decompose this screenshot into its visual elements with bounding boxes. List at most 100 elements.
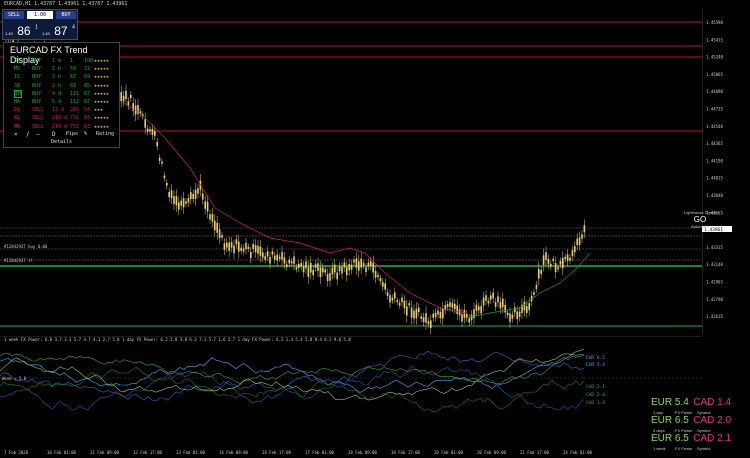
indicator-header: 1 week FX Power: 6.8 3.7 3.3 5.7 4.7 4.1… xyxy=(4,337,351,342)
order-line-label[interactable]: #12842937 buy 0.08 xyxy=(4,244,47,249)
lot-size-input[interactable]: 1.00 xyxy=(27,11,53,19)
candle-body xyxy=(350,264,353,270)
candle-body xyxy=(274,255,276,260)
time-tick: 20 Feb 09:00 xyxy=(477,450,506,455)
candle-body xyxy=(271,251,274,255)
candle-body xyxy=(367,262,370,267)
candle-body xyxy=(166,182,168,186)
order-tl-label[interactable]: #12842937 tl xyxy=(4,258,33,263)
price-tick: 1.43840 xyxy=(706,193,723,198)
candle-body xyxy=(504,304,506,313)
fx-power-indicator[interactable]: EUR 6.5EUR 5.4CAD 2.1CAD 2.0CAD 1.4 xyxy=(0,336,702,448)
trend-tf: 1H xyxy=(14,89,23,98)
candle-body xyxy=(552,258,554,261)
candle-body xyxy=(302,266,305,273)
price-tick: 1.44190 xyxy=(706,158,723,163)
fx-eur-value: EUR 6.5 xyxy=(651,415,689,426)
candle-body xyxy=(235,239,238,245)
candle-body xyxy=(499,302,502,309)
candle-body xyxy=(173,196,175,205)
candle-body xyxy=(307,267,310,277)
candle-body xyxy=(475,304,478,311)
price-tick: 1.44715 xyxy=(706,107,723,112)
candle-body xyxy=(276,254,278,261)
sell-price[interactable]: 1.43 86 1 xyxy=(5,22,38,40)
price-axis[interactable]: 1.45590 1.45415 1.45240 1.45065 1.44890 1.447… xyxy=(702,8,750,334)
candle-body xyxy=(322,267,324,273)
candle-body xyxy=(571,250,574,257)
days-toggle[interactable]: D xyxy=(52,131,56,138)
price-tick: 1.45065 xyxy=(706,72,723,77)
series-end-label: EUR 5.4 xyxy=(586,362,605,368)
candle-body xyxy=(514,307,516,313)
candle-body xyxy=(163,175,166,179)
candle-body xyxy=(410,307,413,318)
candle-body xyxy=(437,310,439,315)
candle-body xyxy=(526,306,528,313)
dash-icon[interactable]: — xyxy=(36,131,40,138)
candle-body xyxy=(384,283,386,290)
candle-body xyxy=(442,308,444,319)
details-button[interactable]: Details xyxy=(4,139,119,145)
candle-body xyxy=(506,312,509,316)
candle-body xyxy=(204,201,206,209)
candle-body xyxy=(557,267,559,270)
candle-body xyxy=(197,188,199,194)
candle-body xyxy=(286,264,288,268)
time-tick: 7 Feb 2020 xyxy=(4,450,29,455)
candle-body xyxy=(151,128,154,135)
candle-body xyxy=(403,300,406,309)
candle-body xyxy=(451,303,454,308)
buy-price-big: 87 xyxy=(54,24,68,38)
candle-body xyxy=(374,270,377,278)
candle-body xyxy=(324,269,326,273)
candle-body xyxy=(538,268,540,279)
candle-body xyxy=(386,292,389,297)
candle-body xyxy=(490,295,492,300)
fx-eur-value: EUR 6.5 xyxy=(651,433,689,444)
close-icon[interactable]: × xyxy=(14,131,18,138)
candle-body xyxy=(242,248,245,252)
candle-body xyxy=(518,311,521,317)
candle-body xyxy=(420,316,422,319)
candle-body xyxy=(470,314,473,321)
candle-body xyxy=(353,259,355,263)
candle-body xyxy=(528,303,530,311)
rating-header[interactable]: Rating xyxy=(96,131,114,137)
candle-body xyxy=(432,313,434,318)
price-tick: 1.42965 xyxy=(706,280,723,285)
candle-body xyxy=(310,262,312,273)
pips-header[interactable]: Pips xyxy=(66,131,78,137)
buy-price-prefix: 1.43 xyxy=(42,31,50,36)
candle-body xyxy=(314,264,317,268)
candle-body xyxy=(389,295,391,303)
sell-price-prefix: 1.43 xyxy=(5,31,13,36)
percent-header[interactable]: % xyxy=(84,131,87,137)
candle-body xyxy=(427,321,430,325)
candle-body xyxy=(269,256,271,264)
lighthouse-go[interactable]: GO xyxy=(680,215,720,224)
candle-body xyxy=(130,94,132,99)
candle-body xyxy=(144,119,146,128)
fx-eur-value: EUR 5.4 xyxy=(651,397,689,408)
candle-body xyxy=(278,256,281,259)
candle-body xyxy=(192,193,194,199)
series-end-label: CAD 1.4 xyxy=(586,400,605,406)
buy-button[interactable]: BUY xyxy=(56,11,76,19)
candle-body xyxy=(190,192,192,199)
candle-body xyxy=(360,258,362,268)
candle-body xyxy=(418,307,420,313)
edit-icon[interactable]: / xyxy=(26,131,30,138)
candle-body xyxy=(228,242,230,251)
price-tick: 1.42790 xyxy=(706,297,723,302)
price-tick: 1.44015 xyxy=(706,176,723,181)
candle-body xyxy=(454,303,456,310)
candle-body xyxy=(178,202,180,210)
candle-body xyxy=(329,273,331,281)
buy-price[interactable]: 1.43 87 4 xyxy=(42,22,75,40)
fx-cad-value: CAD 1.4 xyxy=(693,397,732,408)
sell-button[interactable]: SELL xyxy=(4,11,24,19)
candle-body xyxy=(413,310,415,319)
candle-body xyxy=(343,262,346,268)
indicator-left-label: Week + 5.8 xyxy=(2,376,27,381)
